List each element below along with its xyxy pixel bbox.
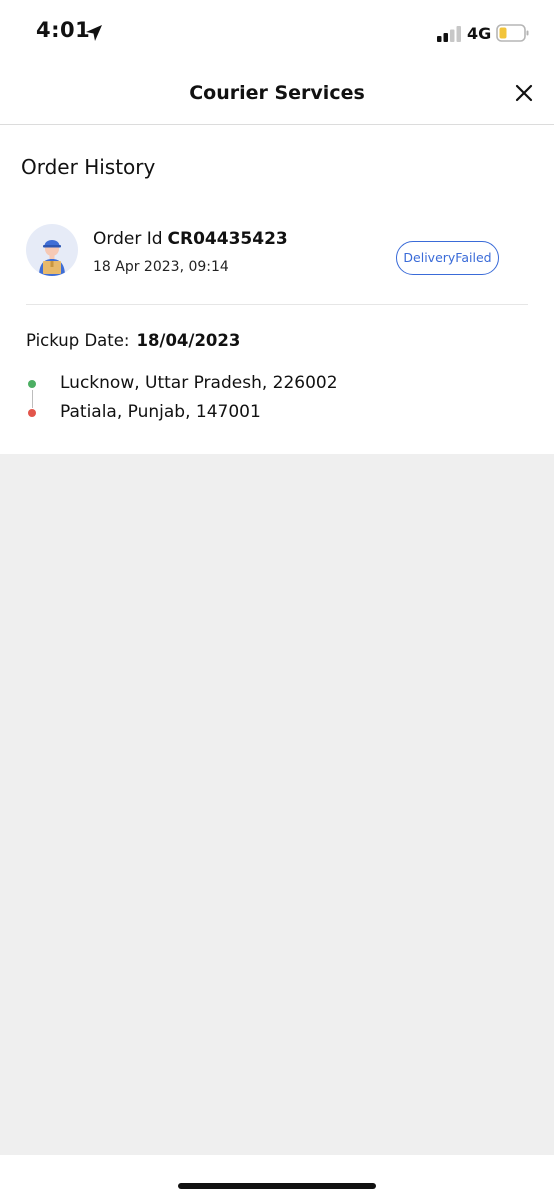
close-icon[interactable]	[509, 78, 539, 108]
header-bar: Courier Services	[0, 66, 554, 125]
status-bar: 4:01 4G	[0, 0, 554, 66]
order-id-line: Order Id CR04435423	[93, 229, 288, 249]
status-time: 4:01	[36, 18, 91, 42]
order-id-value: CR04435423	[167, 229, 288, 249]
origin-dot-icon	[28, 380, 36, 388]
order-datetime: 18 Apr 2023, 09:14	[93, 259, 229, 275]
home-indicator[interactable]	[178, 1183, 376, 1189]
route-origin: Lucknow, Uttar Pradesh, 226002	[60, 373, 338, 393]
battery-icon	[496, 24, 529, 42]
pickup-date-line: Pickup Date: 18/04/2023	[26, 331, 240, 350]
page-title: Courier Services	[189, 82, 365, 104]
signal-bars-icon	[437, 26, 461, 42]
order-id-label: Order Id	[93, 229, 163, 249]
bottom-bar	[0, 1155, 554, 1200]
pickup-date-label: Pickup Date:	[26, 331, 130, 350]
route-destination: Patiala, Punjab, 147001	[60, 402, 261, 422]
network-type: 4G	[467, 24, 492, 43]
divider	[26, 304, 528, 305]
pickup-date-value: 18/04/2023	[136, 331, 241, 350]
courier-avatar-icon	[26, 224, 78, 276]
status-badge[interactable]: DeliveryFailed	[396, 241, 499, 275]
destination-dot-icon	[28, 409, 36, 417]
route-connector	[31, 390, 33, 408]
location-arrow-icon	[86, 25, 102, 41]
section-title: Order History	[21, 155, 156, 179]
